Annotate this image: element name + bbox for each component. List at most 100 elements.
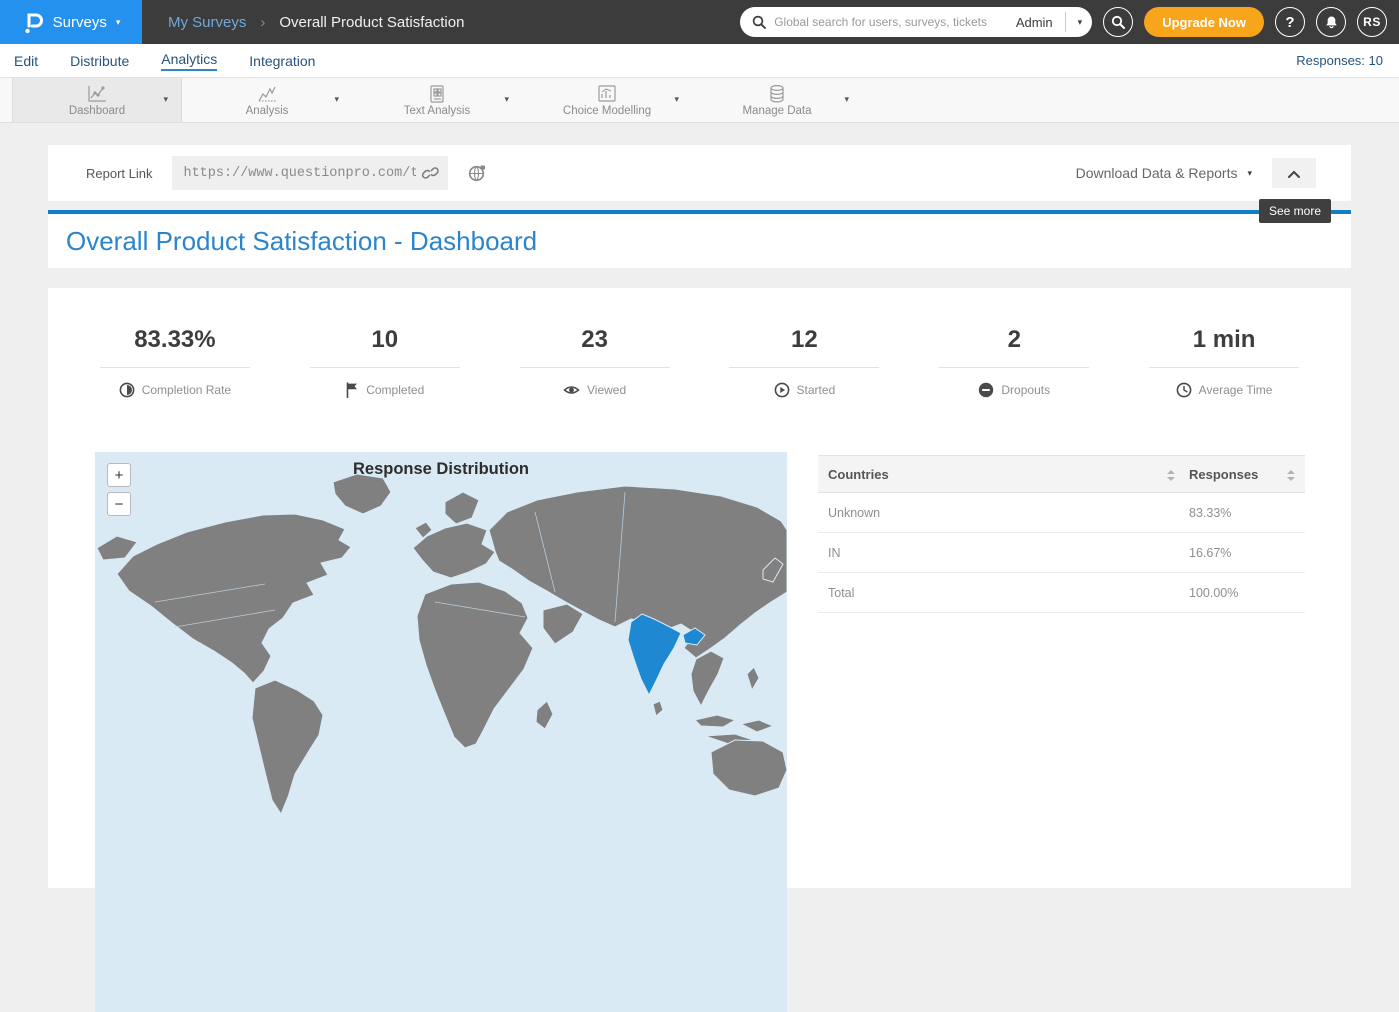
download-menu-label: Download Data & Reports <box>1076 165 1238 181</box>
download-data-reports-menu[interactable]: Download Data & Reports ▾ <box>1076 165 1252 181</box>
completion-rate-icon <box>119 382 135 398</box>
survey-stats-row: 83.33% Completion Rate 10 Completed 23 <box>70 326 1329 398</box>
dashboard-content-card: 83.33% Completion Rate 10 Completed 23 <box>48 288 1351 888</box>
responses-count: Responses: 10 <box>1296 53 1383 68</box>
upgrade-now-button[interactable]: Upgrade Now <box>1144 7 1264 37</box>
see-more-tooltip: See more <box>1259 199 1331 223</box>
top-header-bar: Surveys ▾ My Surveys › Overall Product S… <box>0 0 1399 44</box>
product-menu-label: Surveys <box>53 14 107 31</box>
nav-tab-distribute[interactable]: Distribute <box>70 53 129 69</box>
stat-divider <box>939 367 1089 368</box>
stat-started: 12 Started <box>699 326 909 398</box>
toolbar-label-analysis: Analysis <box>246 105 289 117</box>
chevron-down-icon[interactable]: ▾ <box>334 94 339 105</box>
toolbar-label-text-analysis: Text Analysis <box>404 105 470 117</box>
minus-circle-icon <box>978 382 994 398</box>
search-scope-divider <box>1065 12 1066 32</box>
toolbar-item-manage-data[interactable]: Manage Data ▾ <box>692 78 862 122</box>
questionpro-logo <box>22 10 44 34</box>
dashboard-chart-icon <box>86 84 108 104</box>
chevron-down-icon[interactable]: ▾ <box>844 94 849 105</box>
nav-tab-edit[interactable]: Edit <box>14 53 38 69</box>
eye-icon <box>563 382 580 398</box>
toolbar-item-analysis[interactable]: Analysis ▾ <box>182 78 352 122</box>
breadcrumb: My Surveys › Overall Product Satisfactio… <box>168 14 464 31</box>
map-zoom-in-button[interactable]: + <box>107 463 131 487</box>
sort-icon[interactable] <box>1167 469 1175 480</box>
collapse-toggle-button[interactable] <box>1272 158 1316 188</box>
response-distribution-map[interactable]: Response Distribution + − <box>95 452 787 1012</box>
header-actions: Global search for users, surveys, ticket… <box>740 7 1399 37</box>
toolbar-item-dashboard[interactable]: Dashboard ▾ <box>12 78 182 122</box>
flag-icon <box>345 382 359 398</box>
responses-cell: 83.33% <box>1175 506 1295 520</box>
search-button[interactable] <box>1103 7 1133 37</box>
stat-value: 10 <box>280 326 490 354</box>
nav-tab-analytics[interactable]: Analytics <box>161 51 217 71</box>
page-title: Overall Product Satisfaction - Dashboard <box>66 226 537 257</box>
stat-divider <box>520 367 670 368</box>
stat-value: 2 <box>909 326 1119 354</box>
text-analysis-icon <box>428 84 446 104</box>
chevron-down-icon: ▾ <box>116 18 121 27</box>
analytics-toolbar: Dashboard ▾ Analysis ▾ Text Analysis ▾ C… <box>0 78 1399 123</box>
stat-average-time: 1 min Average Time <box>1119 326 1329 398</box>
report-link-label: Report Link <box>86 166 152 181</box>
dashboard-title-card: Overall Product Satisfaction - Dashboard <box>48 210 1351 268</box>
countries-table-header: Countries Responses <box>818 455 1305 493</box>
stat-divider <box>1149 367 1299 368</box>
breadcrumb-separator-icon: › <box>260 14 265 31</box>
chevron-up-icon <box>1286 167 1302 179</box>
world-map[interactable] <box>95 452 787 1012</box>
stat-divider <box>100 367 250 368</box>
table-row: IN 16.67% <box>818 533 1305 573</box>
countries-column-header[interactable]: Countries <box>828 467 889 482</box>
stat-value: 1 min <box>1119 326 1329 354</box>
stat-label: Viewed <box>587 383 626 397</box>
globe-icon[interactable] <box>468 164 487 182</box>
nav-tab-integration[interactable]: Integration <box>249 53 315 69</box>
stat-divider <box>729 367 879 368</box>
survey-section-nav: Edit Distribute Analytics Integration Re… <box>0 44 1399 78</box>
stat-value: 23 <box>490 326 700 354</box>
toolbar-label-dashboard: Dashboard <box>69 105 125 117</box>
toolbar-label-choice-modelling: Choice Modelling <box>563 105 651 117</box>
clock-icon <box>1176 382 1192 398</box>
toolbar-item-text-analysis[interactable]: Text Analysis ▾ <box>352 78 522 122</box>
map-zoom-controls: + − <box>107 463 131 516</box>
responses-cell: 100.00% <box>1175 586 1295 600</box>
sort-icon[interactable] <box>1287 469 1295 480</box>
breadcrumb-my-surveys[interactable]: My Surveys <box>168 14 246 31</box>
help-button[interactable]: ? <box>1275 7 1305 37</box>
global-search-input[interactable]: Global search for users, surveys, ticket… <box>740 7 1092 37</box>
user-avatar[interactable]: RS <box>1357 7 1387 37</box>
map-title: Response Distribution <box>95 460 787 479</box>
bell-icon <box>1324 15 1339 30</box>
chevron-down-icon[interactable]: ▾ <box>163 94 168 105</box>
breadcrumb-current-survey: Overall Product Satisfaction <box>279 14 464 31</box>
stat-viewed: 23 Viewed <box>490 326 700 398</box>
table-row: Unknown 83.33% <box>818 493 1305 533</box>
chevron-down-icon[interactable]: ▾ <box>504 94 509 105</box>
surveys-product-menu[interactable]: Surveys ▾ <box>0 0 142 44</box>
link-icon[interactable] <box>422 165 439 181</box>
chevron-down-icon[interactable]: ▾ <box>674 94 679 105</box>
countries-table: Countries Responses Unknown 83.33% IN 16… <box>818 455 1305 613</box>
search-scope-label[interactable]: Admin <box>1016 15 1053 30</box>
report-url-field[interactable]: https://www.questionpro.com/t/PHBt <box>172 156 448 190</box>
country-cell: Total <box>828 586 1175 600</box>
stat-divider <box>310 367 460 368</box>
database-icon <box>767 84 787 104</box>
responses-column-header[interactable]: Responses <box>1189 467 1258 482</box>
map-zoom-out-button[interactable]: − <box>107 492 131 516</box>
stat-label: Started <box>797 383 836 397</box>
stat-completed: 10 Completed <box>280 326 490 398</box>
stat-label: Completion Rate <box>142 383 231 397</box>
toolbar-item-choice-modelling[interactable]: Choice Modelling ▾ <box>522 78 692 122</box>
stat-label: Completed <box>366 383 424 397</box>
notifications-button[interactable] <box>1316 7 1346 37</box>
search-scope-chevron-icon[interactable]: ▾ <box>1078 18 1083 27</box>
stat-value: 83.33% <box>70 326 280 354</box>
stat-label: Dropouts <box>1001 383 1050 397</box>
stat-label: Average Time <box>1199 383 1273 397</box>
